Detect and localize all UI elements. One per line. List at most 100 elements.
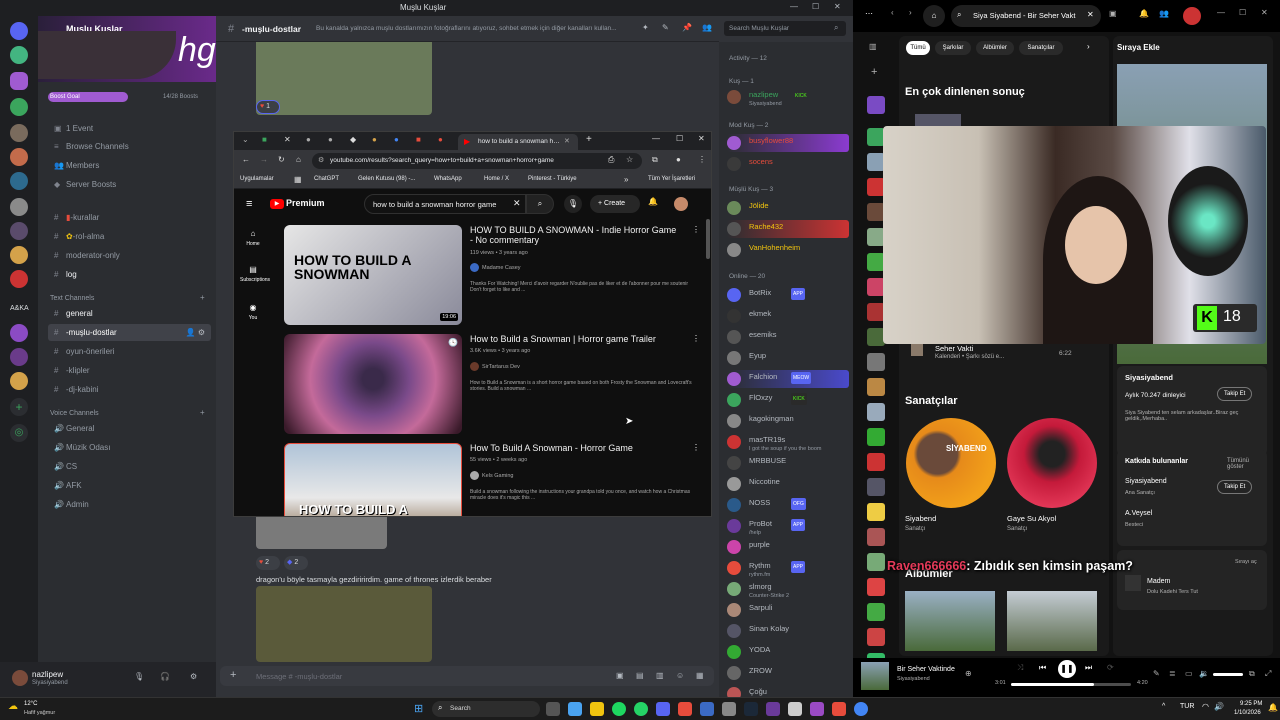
playlist-cover[interactable] <box>867 503 885 521</box>
reaction-heart[interactable]: ♥ 1 <box>256 100 280 114</box>
minimize-icon[interactable]: — <box>1217 8 1225 17</box>
more-options-icon[interactable]: ⋮ <box>692 443 700 452</box>
video-thumbnail[interactable]: HOW TO BUILD A <box>284 443 462 516</box>
video-result[interactable]: 🕓 How to Build a Snowman | Horror game T… <box>282 334 711 439</box>
menu-icon[interactable]: ⋮ <box>698 155 706 164</box>
member-item[interactable]: slmorg Counter-Strike 2 <box>727 580 849 599</box>
server-boosts-item[interactable]: ◆ Server Boosts <box>48 176 211 193</box>
taskbar-app-icon[interactable] <box>700 702 714 716</box>
member-item[interactable]: Sinan Kolay <box>727 622 849 640</box>
server-icon[interactable] <box>10 98 28 116</box>
chat-image-lizard[interactable] <box>256 586 432 662</box>
now-playing-artist[interactable]: Siyasiyabend <box>897 676 930 682</box>
member-item[interactable]: VanHohenheim <box>727 241 849 259</box>
voice-channels-category[interactable]: Voice Channels <box>50 410 99 417</box>
taskbar-app-icon[interactable] <box>722 702 736 716</box>
filter-albums[interactable]: Albümler <box>976 41 1014 55</box>
member-item[interactable]: NOSS OFG <box>727 496 849 514</box>
whatsapp-icon[interactable] <box>634 702 648 716</box>
activity-label[interactable]: Activity — 12 <box>729 55 767 62</box>
member-list-icon[interactable]: 👥 <box>702 23 712 32</box>
notifications-icon[interactable]: ✎ <box>662 23 669 32</box>
member-item[interactable]: Rythm APP rythm.fm <box>727 559 849 578</box>
member-item[interactable]: Sarpuli <box>727 601 849 619</box>
yt-search-button[interactable]: ⌕ <box>526 194 554 214</box>
maximize-icon[interactable]: ☐ <box>1239 8 1246 17</box>
close-icon[interactable]: ✕ <box>698 134 705 143</box>
hamburger-icon[interactable]: ≡ <box>246 198 252 210</box>
follow-button[interactable]: Takip Et <box>1217 480 1253 494</box>
video-thumbnail[interactable]: HOW TO BUILD A SNOWMAN 19:06 <box>284 225 462 325</box>
album-cover[interactable] <box>905 591 995 651</box>
all-bookmarks[interactable]: Tüm Yer İşaretleri <box>648 176 695 182</box>
address-bar[interactable]: ⚙ youtube.com/results?search_query=how+t… <box>312 153 642 169</box>
channel-muslu-dostlar[interactable]: # -muşlu-dostlar 👤 ⚙ <box>48 324 211 341</box>
channel-oyun-onerileri[interactable]: # oyun-önerileri <box>48 343 211 360</box>
member-item[interactable]: masTR19s I got the soup if you the boom <box>727 433 849 452</box>
server-icon[interactable] <box>10 46 28 64</box>
previous-icon[interactable]: ⏮ <box>1039 663 1046 673</box>
threads-icon[interactable]: ✦ <box>642 23 649 32</box>
playlist-cover[interactable] <box>867 353 885 371</box>
install-icon[interactable]: ⎙ <box>608 155 614 165</box>
notifications-bell-icon[interactable]: 🔔 <box>648 197 658 206</box>
tab-favicon[interactable]: ● <box>372 135 377 144</box>
nav-subscriptions[interactable]: ▤ Subscriptions <box>240 265 270 283</box>
close-tab-icon[interactable]: ✕ <box>564 137 570 145</box>
discover-icon[interactable]: ◎ <box>10 424 28 442</box>
headphones-icon[interactable]: 🎧 <box>160 672 170 681</box>
weather-desc[interactable]: Hafif yağmur <box>24 710 55 716</box>
server-icon[interactable] <box>10 270 28 288</box>
server-icon[interactable] <box>10 72 28 90</box>
minimize-icon[interactable]: — <box>790 2 798 11</box>
pause-button[interactable]: ❚❚ <box>1058 660 1076 678</box>
yt-avatar[interactable] <box>674 197 688 211</box>
server-icon[interactable] <box>10 172 28 190</box>
member-item[interactable]: ZROW <box>727 664 849 682</box>
server-icon[interactable] <box>10 246 28 264</box>
reaction-people[interactable]: ◆ 2 <box>284 556 308 570</box>
filter-artists[interactable]: Sanatçılar <box>1019 41 1063 55</box>
taskbar-app-icon[interactable] <box>568 702 582 716</box>
forward-icon[interactable]: › <box>909 8 912 17</box>
member-item[interactable]: Niccotine <box>727 475 849 493</box>
progress-bar[interactable] <box>1011 683 1131 686</box>
user-avatar[interactable] <box>1183 7 1201 25</box>
add-to-library-icon[interactable]: ⊕ <box>965 669 972 678</box>
volume-icon[interactable]: 🔉 <box>1199 669 1209 678</box>
channel-name[interactable]: Madame Casey <box>482 265 521 271</box>
tab-favicon[interactable]: ■ <box>262 135 267 144</box>
channel-avatar[interactable] <box>470 362 479 371</box>
playlist-cover[interactable] <box>867 553 885 571</box>
scrollbar[interactable] <box>706 219 710 259</box>
channel-general[interactable]: # general <box>48 305 211 322</box>
member-item[interactable]: Rache432 <box>727 220 849 238</box>
channel-avatar[interactable] <box>470 263 479 272</box>
artist-name[interactable]: Gaye Su Akyol <box>1007 514 1056 523</box>
next-song-title[interactable]: Madem <box>1147 578 1170 585</box>
more-bookmarks-icon[interactable]: » <box>624 175 628 184</box>
member-item[interactable]: Falchion MEOW <box>727 370 849 388</box>
member-item[interactable]: Jölide <box>727 199 849 217</box>
tab-favicon[interactable]: ● <box>328 135 333 144</box>
channel-kurallar[interactable]: # ▮-kurallar <box>48 209 211 226</box>
server-icon[interactable] <box>10 324 28 342</box>
video-result[interactable]: HOW TO BUILD A How To Build A Snowman - … <box>282 443 711 516</box>
taskbar-search[interactable]: ⌕ Search <box>432 701 540 717</box>
watch-later-icon[interactable]: 🕓 <box>448 338 458 347</box>
weather-icon[interactable]: ☁ <box>8 701 18 712</box>
voice-afk[interactable]: 🔊 AFK <box>48 477 211 494</box>
playlist-cover[interactable] <box>867 578 885 596</box>
bookmark-gmail[interactable]: Gelen Kutusu (98) -... <box>358 176 415 182</box>
voice-admin[interactable]: 🔊 Admin <box>48 496 211 513</box>
clock-time[interactable]: 9:25 PM <box>1240 701 1262 707</box>
microphone-icon[interactable]: 🎙 <box>134 672 144 681</box>
clock-date[interactable]: 1/10/2026 <box>1234 710 1261 716</box>
start-icon[interactable]: ⊞ <box>414 702 428 716</box>
member-item[interactable]: ProBot APP/help <box>727 517 849 536</box>
member-item[interactable]: nazlipew KICK Siyasiyabend <box>727 88 849 107</box>
create-button[interactable]: + Create <box>590 195 640 213</box>
more-options-icon[interactable]: ⋮ <box>692 225 700 234</box>
reaction-heart[interactable]: ♥ 2 <box>256 556 280 570</box>
channel-avatar[interactable] <box>470 471 479 480</box>
